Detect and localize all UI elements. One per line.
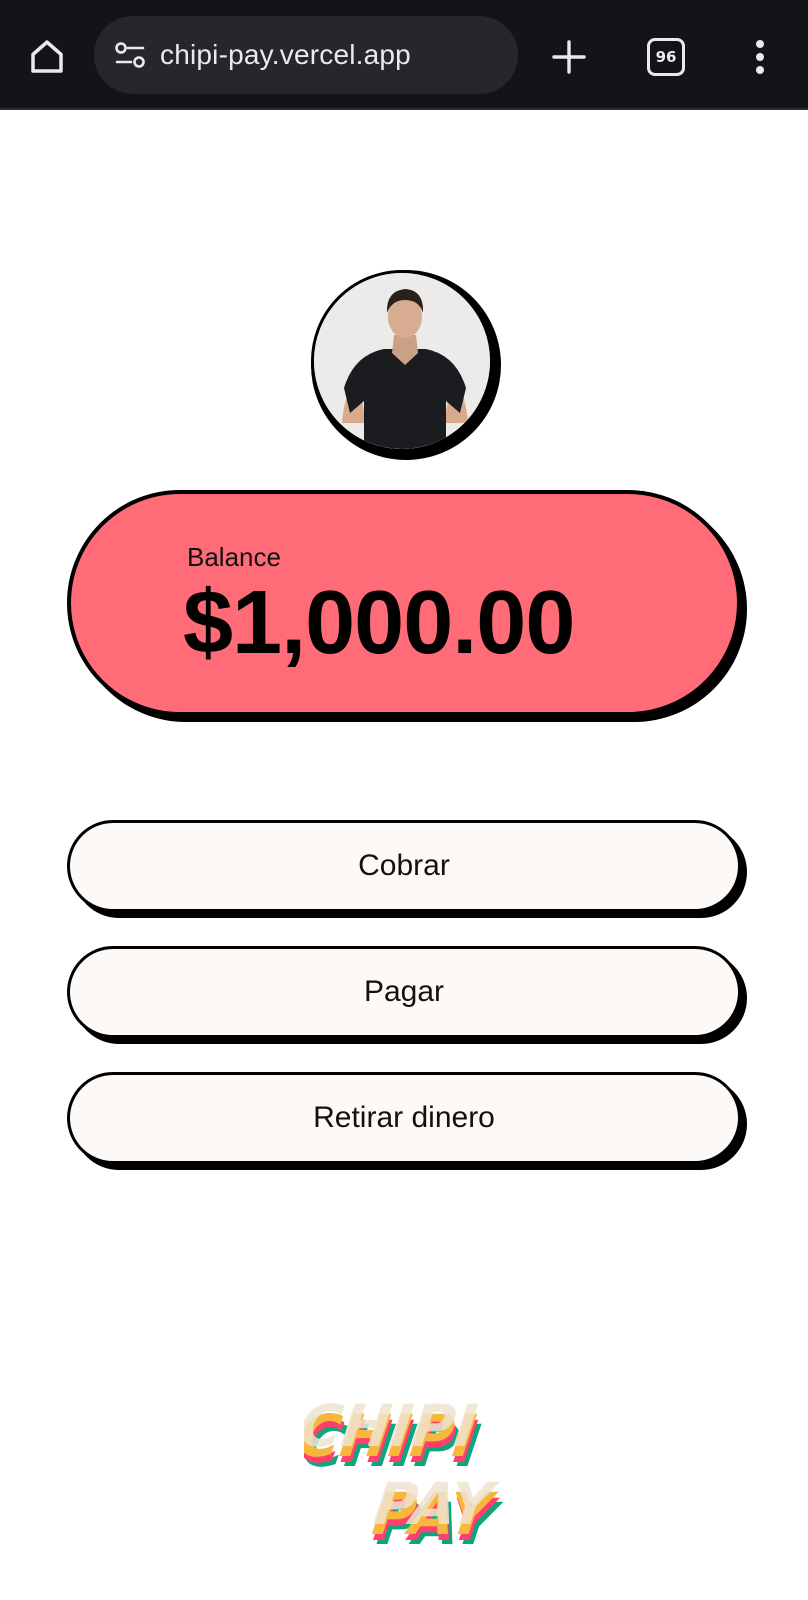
retirar-dinero-button[interactable]: Retirar dinero	[67, 1072, 741, 1164]
profile-photo	[314, 273, 490, 449]
home-icon	[31, 40, 63, 73]
avatar-shadow	[311, 270, 501, 460]
page: chipi-pay.vercel.app 96 Balance $1,000.0…	[0, 0, 808, 1600]
plus-icon	[552, 40, 586, 74]
tab-switcher-button[interactable]: 96	[643, 34, 689, 80]
balance-amount: $1,000.00	[183, 573, 575, 673]
pagar-button[interactable]: Pagar	[67, 946, 741, 1038]
svg-text:PAY: PAY	[370, 1470, 503, 1538]
balance-label: Balance	[187, 542, 281, 572]
chipi-pay-logo: CHIPI CHIPI CHIPI CHIPI PAY PAY PAY PAY	[304, 1396, 504, 1556]
url-text[interactable]: chipi-pay.vercel.app	[160, 39, 411, 71]
svg-text:CHIPI: CHIPI	[304, 1396, 481, 1460]
avatar[interactable]	[311, 270, 493, 452]
tab-switcher-icon: 96	[647, 38, 685, 76]
address-bar[interactable]: chipi-pay.vercel.app	[94, 16, 518, 94]
site-settings-icon[interactable]	[110, 35, 150, 75]
more-vert-icon	[756, 40, 764, 74]
browser-toolbar: chipi-pay.vercel.app 96	[0, 0, 808, 110]
balance-card: Balance $1,000.00	[67, 490, 741, 716]
cobrar-button[interactable]: Cobrar	[67, 820, 741, 912]
more-menu-button[interactable]	[740, 32, 780, 82]
new-tab-button[interactable]	[544, 32, 594, 82]
home-button[interactable]	[22, 32, 72, 82]
